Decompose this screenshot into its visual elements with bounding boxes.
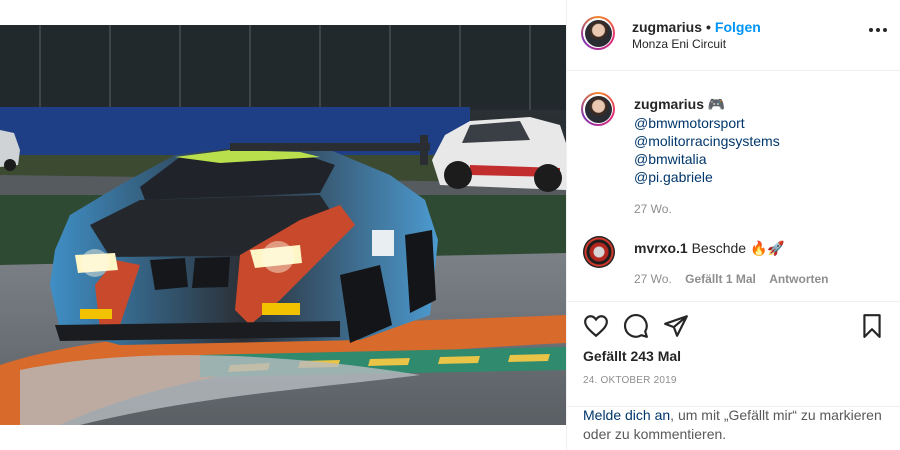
follow-button[interactable]: Folgen xyxy=(715,19,761,35)
author-photo xyxy=(584,19,612,47)
mention-link[interactable]: @bmwmotorsport xyxy=(634,114,780,132)
comments-section: zugmarius 🎮 @bmwmotorsport @molitorracin… xyxy=(567,71,900,302)
author-username-row: zugmarius • Folgen xyxy=(632,19,761,35)
caption-author-photo xyxy=(584,95,612,123)
post-photo[interactable] xyxy=(0,25,566,425)
comment-meta: 27 Wo. Gefällt 1 Mal Antworten xyxy=(634,272,839,286)
heart-icon[interactable] xyxy=(583,313,609,339)
comment-likes[interactable]: Gefällt 1 Mal xyxy=(685,272,756,286)
post-header: zugmarius • Folgen Monza Eni Circuit xyxy=(567,0,900,71)
comment-text: mvrxo.1 Beschde 🔥🚀 xyxy=(634,240,785,257)
race-car-image xyxy=(0,25,566,425)
comment-icon[interactable] xyxy=(623,313,649,339)
caption-username[interactable]: zugmarius xyxy=(634,96,704,112)
post-sidebar: zugmarius • Folgen Monza Eni Circuit zugma… xyxy=(566,0,900,450)
commenter-avatar[interactable] xyxy=(583,236,615,268)
location-link[interactable]: Monza Eni Circuit xyxy=(632,37,726,51)
bookmark-icon[interactable] xyxy=(859,313,885,339)
share-icon[interactable] xyxy=(663,313,689,339)
mention-link[interactable]: @molitorracingsystems xyxy=(634,132,780,150)
author-username[interactable]: zugmarius xyxy=(632,19,702,35)
mention-link[interactable]: @pi.gabriele xyxy=(634,168,780,186)
caption-avatar[interactable] xyxy=(581,92,615,126)
commenter-username[interactable]: mvrxo.1 xyxy=(634,240,688,256)
login-prompt: Melde dich an, um mit „Gefällt mir“ zu m… xyxy=(583,406,888,444)
post-date[interactable]: 24. OKTOBER 2019 xyxy=(583,375,677,386)
login-link[interactable]: Melde dich an xyxy=(583,407,670,423)
reply-button[interactable]: Antworten xyxy=(769,272,828,286)
gamepad-emoji: 🎮 xyxy=(707,96,726,112)
author-avatar[interactable] xyxy=(581,16,615,50)
more-horizontal-icon[interactable] xyxy=(869,28,887,34)
caption-mentions: @bmwmotorsport @molitorracingsystems @bm… xyxy=(634,114,780,186)
mention-link[interactable]: @bmwitalia xyxy=(634,150,780,168)
comment-timestamp[interactable]: 27 Wo. xyxy=(634,272,672,286)
likes-count[interactable]: Gefällt 243 Mal xyxy=(583,348,681,364)
post-actions: Gefällt 243 Mal 24. OKTOBER 2019 xyxy=(567,302,900,407)
caption-timestamp[interactable]: 27 Wo. xyxy=(634,202,672,216)
photo-pane xyxy=(0,0,566,450)
caption-header: zugmarius 🎮 xyxy=(634,96,725,113)
comment-body: Beschde 🔥🚀 xyxy=(691,240,785,256)
separator-dot: • xyxy=(706,19,711,35)
